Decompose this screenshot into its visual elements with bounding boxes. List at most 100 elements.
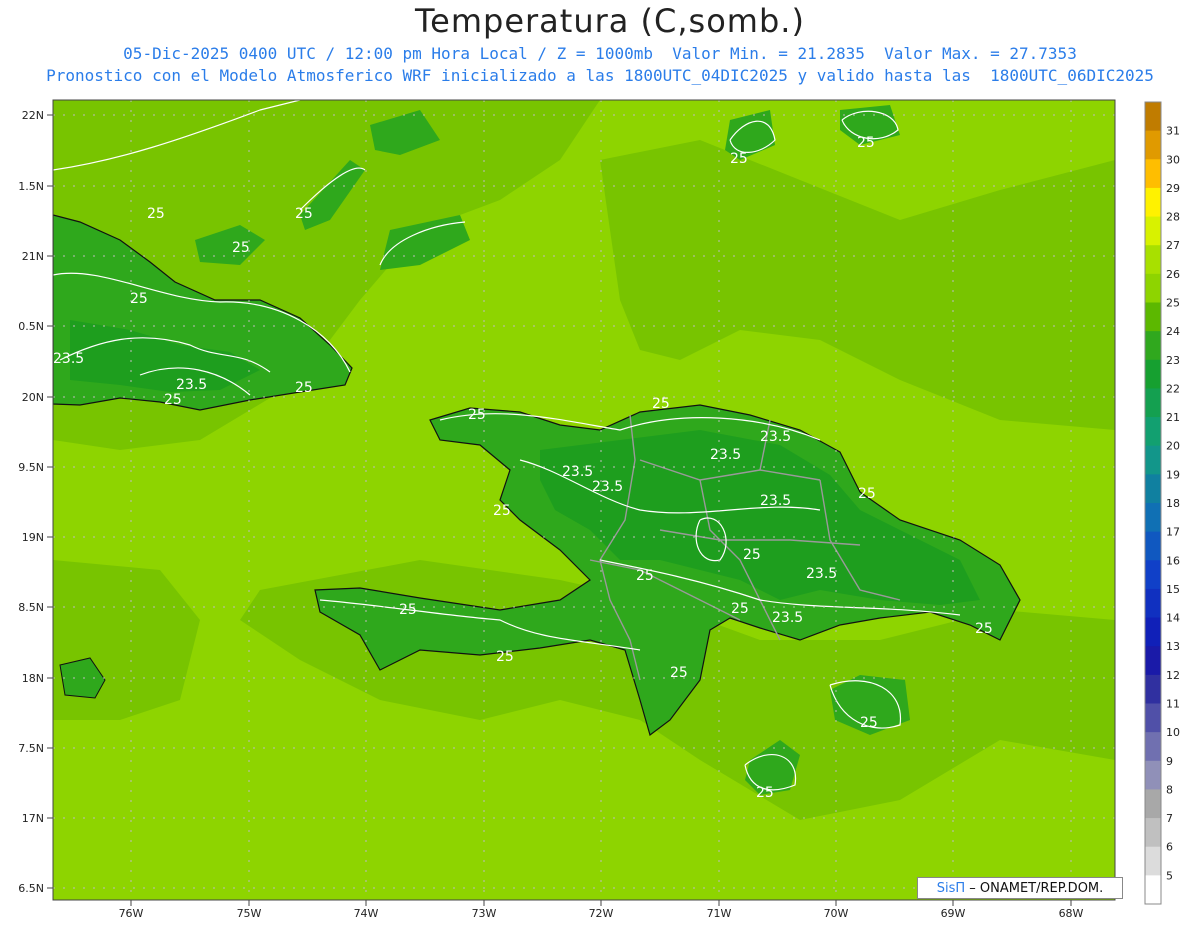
colorbar-label: 8 <box>1166 783 1173 796</box>
subtitle-line-2: Pronostico con el Modelo Atmosferico WRF… <box>46 66 1154 85</box>
contour-label: 23.5 <box>772 610 803 626</box>
contour-label: 25 <box>164 392 182 408</box>
contour-label: 25 <box>756 785 774 801</box>
colorbar-swatch <box>1145 445 1161 475</box>
contour-label: 23.5 <box>806 566 837 582</box>
lon-label: 71W <box>707 907 732 920</box>
colorbar-swatch <box>1145 302 1161 332</box>
colorbar-swatch <box>1145 130 1161 160</box>
contour-label: 25 <box>743 547 761 563</box>
lat-label: 0.5N <box>18 320 44 333</box>
lat-label: 1.5N <box>18 180 44 193</box>
contour-label: 25 <box>730 151 748 167</box>
colorbar-label: 18 <box>1166 497 1180 510</box>
colorbar-swatch <box>1145 617 1161 647</box>
contour-label: 23.5 <box>176 377 207 393</box>
colorbar-swatch <box>1145 846 1161 876</box>
colorbar-swatch <box>1145 646 1161 676</box>
credit-box: SisΠ – ONAMET/REP.DOM. <box>917 877 1123 899</box>
colorbar-label: 12 <box>1166 669 1180 682</box>
colorbar-swatch <box>1145 789 1161 819</box>
lon-label: 68W <box>1059 907 1084 920</box>
colorbar-label: 11 <box>1166 698 1180 711</box>
colorbar-label: 26 <box>1166 268 1180 281</box>
colorbar-label: 16 <box>1166 554 1180 567</box>
colorbar-label: 5 <box>1166 869 1173 882</box>
lat-ticks <box>47 114 53 889</box>
colorbar-swatch <box>1145 703 1161 733</box>
contour-label: 23.5 <box>760 493 791 509</box>
colorbar-swatch <box>1145 159 1161 189</box>
colorbar-label: 7 <box>1166 812 1173 825</box>
contour-label: 25 <box>147 206 165 222</box>
colorbar-label: 15 <box>1166 583 1180 596</box>
colorbar-swatch <box>1145 531 1161 561</box>
contour-label: 25 <box>858 486 876 502</box>
contour-label: 23.5 <box>710 447 741 463</box>
colorbar-swatch <box>1145 102 1161 132</box>
colorbar-label: 20 <box>1166 440 1180 453</box>
lon-ticks <box>130 900 1072 906</box>
colorbar-swatch <box>1145 503 1161 533</box>
lat-label: 17N <box>22 812 44 825</box>
contour-label: 25 <box>295 380 313 396</box>
lat-label: 8.5N <box>18 601 44 614</box>
contour-label: 25 <box>670 665 688 681</box>
contour-label: 25 <box>399 602 417 618</box>
contour-label: 25 <box>731 601 749 617</box>
lat-axis: 22N 1.5N 21N 0.5N 20N 9.5N 19N 8.5N 18N … <box>18 109 44 895</box>
lon-label: 73W <box>472 907 497 920</box>
colorbar-label: 31 <box>1166 125 1180 138</box>
lat-label: 19N <box>22 531 44 544</box>
colorbar-swatch <box>1145 331 1161 361</box>
colorbar-swatch <box>1145 674 1161 704</box>
lat-label: 7.5N <box>18 742 44 755</box>
colorbar: 31 30 29 28 27 26 25 24 23 22 21 20 19 18 17 16 15 14 13 12… <box>1144 101 1180 905</box>
colorbar-label: 13 <box>1166 640 1180 653</box>
contour-label: 25 <box>493 503 511 519</box>
contour-label: 25 <box>652 396 670 412</box>
colorbar-swatch <box>1145 875 1161 905</box>
colorbar-swatch <box>1145 216 1161 246</box>
contour-label: 25 <box>130 291 148 307</box>
colorbar-label: 27 <box>1166 239 1180 252</box>
colorbar-swatch <box>1145 417 1161 447</box>
lat-label: 22N <box>22 109 44 122</box>
contour-label: 25 <box>295 206 313 222</box>
contour-label: 25 <box>636 568 654 584</box>
colorbar-swatch <box>1145 560 1161 590</box>
colorbar-swatch <box>1145 732 1161 762</box>
colorbar-label: 17 <box>1166 526 1180 539</box>
lon-label: 70W <box>824 907 849 920</box>
colorbar-swatch <box>1145 818 1161 848</box>
subtitle-line-1: 05-Dic-2025 0400 UTC / 12:00 pm Hora Loc… <box>123 44 1077 63</box>
colorbar-label: 22 <box>1166 382 1180 395</box>
lon-label: 75W <box>237 907 262 920</box>
colorbar-label: 28 <box>1166 211 1180 224</box>
lon-label: 69W <box>941 907 966 920</box>
colorbar-swatch <box>1145 359 1161 389</box>
colorbar-label: 23 <box>1166 354 1180 367</box>
colorbar-swatch <box>1145 588 1161 619</box>
colorbar-label: 24 <box>1166 325 1180 338</box>
colorbar-label: 19 <box>1166 468 1180 481</box>
contour-label: 23.5 <box>562 464 593 480</box>
colorbar-label: 10 <box>1166 726 1180 739</box>
colorbar-label: 25 <box>1166 297 1180 310</box>
colorbar-swatch <box>1145 245 1161 275</box>
colorbar-label: 29 <box>1166 182 1180 195</box>
colorbar-swatch <box>1145 388 1161 418</box>
lon-label: 74W <box>354 907 379 920</box>
lat-label: 6.5N <box>18 882 44 895</box>
lon-label: 72W <box>589 907 614 920</box>
colorbar-label: 30 <box>1166 153 1180 166</box>
temperature-map: 25 25 25 25 25 23.5 23.5 25 25 25 25 23.… <box>18 99 1180 920</box>
lat-label: 21N <box>22 250 44 263</box>
contour-label: 25 <box>975 621 993 637</box>
lat-label: 18N <box>22 672 44 685</box>
contour-label: 25 <box>232 240 250 256</box>
map-title: Temperatura (C,somb.) <box>415 2 805 40</box>
colorbar-label: 21 <box>1166 411 1180 424</box>
lon-axis: 76W 75W 74W 73W 72W 71W 70W 69W 68W <box>119 907 1084 920</box>
colorbar-swatch <box>1145 474 1161 504</box>
